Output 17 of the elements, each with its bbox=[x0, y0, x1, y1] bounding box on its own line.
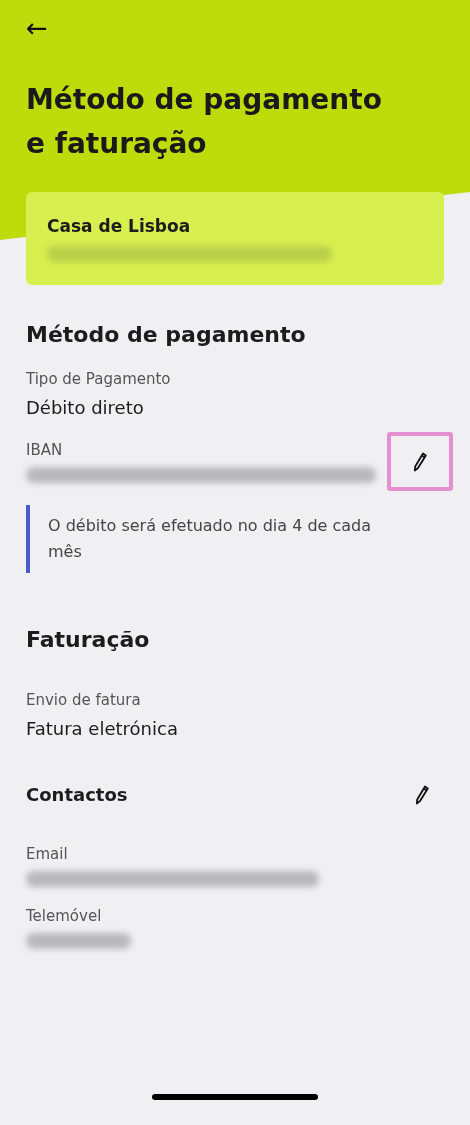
pencil-icon bbox=[415, 785, 429, 805]
field-value: Fatura eletrónica bbox=[26, 717, 178, 741]
field-value: Débito direto bbox=[26, 396, 144, 420]
info-note: O débito será efetuado no dia 4 de cada mês bbox=[48, 515, 373, 563]
field-label: Envio de fatura bbox=[26, 690, 141, 711]
contacts-heading: Contactos bbox=[26, 783, 128, 807]
field-label: IBAN bbox=[26, 439, 63, 461]
page-title: Método de pagamento e faturação bbox=[26, 82, 383, 162]
account-card[interactable]: Casa de Lisboa bbox=[26, 192, 444, 285]
field-label: Email bbox=[26, 844, 68, 865]
field-label: Tipo de Pagamento bbox=[26, 369, 171, 390]
back-button[interactable]: ← bbox=[26, 12, 48, 44]
section-heading: Método de pagamento bbox=[26, 321, 306, 349]
field-label: Telemóvel bbox=[26, 906, 102, 927]
section-heading: Faturação bbox=[26, 626, 150, 654]
pencil-icon bbox=[413, 451, 427, 472]
account-name: Casa de Lisboa bbox=[47, 215, 191, 238]
